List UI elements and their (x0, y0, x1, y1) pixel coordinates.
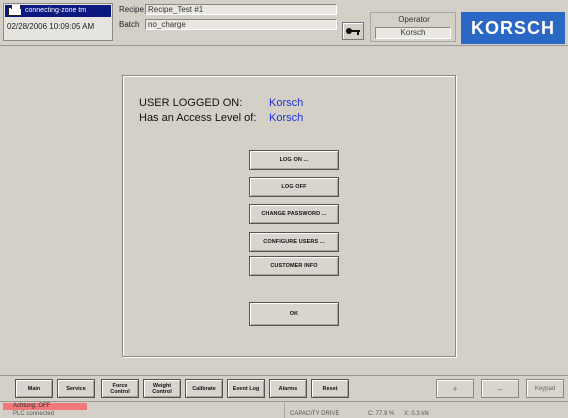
nav-event-log-button[interactable]: Event Log (227, 379, 265, 398)
log-off-button[interactable]: LOG OFF (249, 177, 339, 197)
capacity-c-value: C: 77.9 % (368, 411, 395, 417)
user-logged-on-label: USER LOGGED ON: (139, 97, 243, 109)
weight-control-line-1: Weight (152, 382, 172, 389)
customer-info-button[interactable]: CUSTOMER INFO (249, 256, 339, 276)
operator-title: Operator (398, 15, 430, 24)
brand-logo: KORSCH (461, 12, 565, 44)
nav-main-button[interactable]: Main (15, 379, 53, 398)
alarm-status: Achtung: OFF (3, 403, 87, 410)
main-area: USER LOGGED ON: Korsch Has an Access Lev… (0, 47, 568, 375)
batch-label: Batch (119, 20, 140, 29)
force-control-line-1: Force (112, 382, 128, 389)
nav-service-button[interactable]: Service (57, 379, 95, 398)
key-icon (346, 28, 360, 35)
keypad-button[interactable]: Keypad (526, 379, 564, 398)
nav-weight-control-button[interactable]: Weight Control (143, 379, 181, 398)
logo-text: connecting-zone tm (25, 7, 87, 14)
operator-name-field: Korsch (375, 27, 451, 39)
increment-button[interactable]: + (436, 379, 474, 398)
change-password-button[interactable]: CHANGE PASSWORD ... (249, 204, 339, 224)
datetime-display: 02/28/2006 10:09:05 AM (7, 22, 95, 31)
user-login-panel: USER LOGGED ON: Korsch Has an Access Lev… (122, 75, 456, 357)
decrement-button[interactable]: – (481, 379, 519, 398)
header-bar: connecting-zone tm 02/28/2006 10:09:05 A… (0, 0, 568, 46)
status-bar: Achtung: OFF PLC connected CAPACITY DRIV… (0, 401, 568, 418)
login-key-button[interactable] (342, 22, 364, 40)
plc-status: PLC connected (13, 411, 55, 417)
access-level-value: Korsch (269, 112, 304, 124)
logo-banner: connecting-zone tm (5, 5, 111, 17)
capacity-x-value: X: 0.3 kN (404, 411, 429, 417)
nav-force-control-button[interactable]: Force Control (101, 379, 139, 398)
weight-control-line-2: Control (152, 388, 172, 395)
nav-calibrate-button[interactable]: Calibrate (185, 379, 223, 398)
ok-button[interactable]: OK (249, 302, 339, 326)
log-on-button[interactable]: LOG ON ... (249, 150, 339, 170)
printer-icon[interactable] (8, 5, 22, 16)
nav-alarms-button[interactable]: Alarms (269, 379, 307, 398)
recipe-field: Recipe_Test #1 (145, 4, 337, 15)
operator-panel: Operator Korsch (370, 12, 456, 42)
configure-users-button[interactable]: CONFIGURE USERS ... (249, 232, 339, 252)
user-logged-on-value: Korsch (269, 97, 304, 109)
access-level-label: Has an Access Level of: (139, 112, 257, 124)
batch-field: no_charge (145, 19, 337, 30)
capacity-status: CAPACITY DRIVE (290, 411, 340, 417)
bottom-nav-bar: Main Service Force Control Weight Contro… (0, 375, 568, 401)
nav-reset-button[interactable]: Reset (311, 379, 349, 398)
force-control-line-2: Control (110, 388, 130, 395)
recipe-label: Recipe (119, 5, 144, 14)
company-logo-panel: connecting-zone tm 02/28/2006 10:09:05 A… (3, 3, 113, 41)
status-divider (284, 403, 285, 418)
